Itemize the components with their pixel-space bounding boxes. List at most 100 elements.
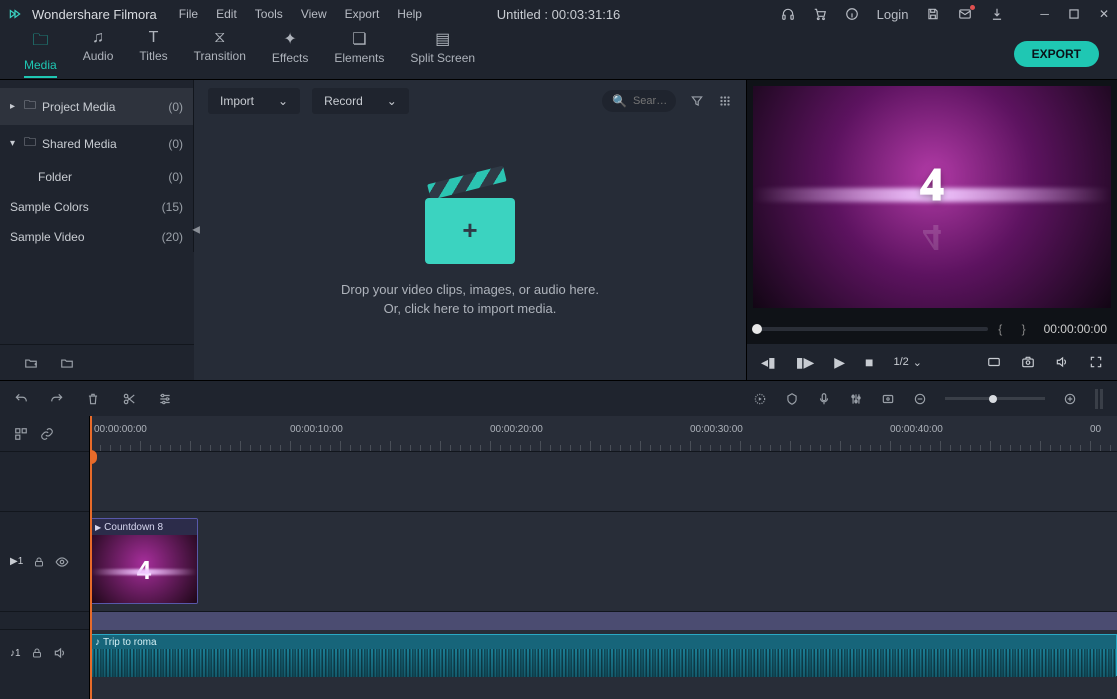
voiceover-icon[interactable] (817, 392, 831, 406)
sidebar-item-shared-media[interactable]: ▾🗀Shared Media (0) (0, 125, 193, 162)
transition-icon: ⧖ (214, 29, 225, 47)
play-pause-button[interactable]: ▮▶ (796, 354, 814, 371)
export-button[interactable]: EXPORT (1014, 41, 1099, 67)
folder-icon: 🗀 (24, 96, 36, 117)
menu-file[interactable]: File (179, 7, 198, 21)
tab-splitscreen[interactable]: ▤ Split Screen (410, 29, 475, 78)
media-drop-zone[interactable]: + Drop your video clips, images, or audi… (194, 122, 746, 380)
quality-icon[interactable] (987, 355, 1001, 369)
timeline-toolbar (0, 380, 1117, 416)
empty-track[interactable] (90, 452, 1117, 512)
ruler-tick: 00:00:20:00 (490, 424, 543, 435)
sidebar-item-sample-video[interactable]: Sample Video (20) (0, 222, 193, 252)
audio-clip[interactable]: ♪Trip to roma (90, 634, 1117, 676)
manage-tracks-icon[interactable] (14, 427, 28, 441)
audio-track-icon[interactable]: ♪1 (10, 648, 21, 659)
stop-button[interactable]: ■ (865, 354, 873, 370)
grid-view-icon[interactable] (718, 94, 732, 108)
tab-audio[interactable]: ♫Audio (83, 29, 114, 78)
filter-icon[interactable] (690, 94, 704, 108)
undo-icon[interactable] (14, 392, 28, 406)
minimize-icon[interactable]: ─ (1040, 7, 1049, 21)
lock-icon[interactable] (33, 556, 45, 568)
cart-icon[interactable] (813, 7, 827, 21)
import-dropdown[interactable]: Import⌄ (208, 88, 300, 114)
menu-tools[interactable]: Tools (255, 7, 283, 21)
tab-titles[interactable]: T Titles (139, 29, 167, 78)
playhead[interactable] (90, 416, 92, 699)
marker-icon[interactable] (785, 392, 799, 406)
snapshot-icon[interactable] (1021, 355, 1035, 369)
split-icon[interactable] (122, 392, 136, 406)
redo-icon[interactable] (50, 392, 64, 406)
video-clip[interactable]: ▶Countdown 8 4 (90, 518, 198, 604)
split-icon: ▤ (435, 29, 450, 49)
prev-frame-button[interactable]: ◂▮ (761, 354, 776, 371)
audio-mixer-icon[interactable] (849, 392, 863, 406)
sidebar-item-project-media[interactable]: ▸🗀Project Media (0) (0, 88, 193, 125)
fullscreen-icon[interactable] (1089, 355, 1103, 369)
drop-text-2: Or, click here to import media. (341, 299, 599, 319)
overlay-track[interactable] (90, 612, 1117, 630)
headphones-icon[interactable] (781, 7, 795, 21)
sidebar-item-folder[interactable]: Folder (0) (0, 162, 193, 192)
new-folder-icon[interactable] (24, 356, 38, 370)
lock-icon[interactable] (31, 647, 43, 659)
zoom-out-icon[interactable] (913, 392, 927, 406)
tab-effects[interactable]: ✦Effects (272, 29, 308, 78)
download-icon[interactable] (990, 7, 1004, 21)
zoom-in-icon[interactable] (1063, 392, 1077, 406)
shapes-icon: ❏ (352, 29, 366, 49)
text-icon: T (149, 29, 159, 47)
clip-name: Countdown 8 (104, 522, 163, 533)
menu-edit[interactable]: Edit (216, 7, 237, 21)
menu-bar: File Edit Tools View Export Help (179, 7, 422, 21)
render-icon[interactable] (753, 392, 767, 406)
timeline-body[interactable]: 00:00:00:00 00:00:10:00 00:00:20:00 00:0… (90, 416, 1117, 699)
chevron-down-icon: ⌄ (387, 94, 397, 108)
chevron-right-icon: ▸ (10, 101, 18, 112)
maximize-icon[interactable] (1067, 7, 1081, 21)
tab-media[interactable]: 🗀Media (24, 29, 57, 78)
preview-timecode: 00:00:00:00 (1044, 322, 1107, 336)
login-link[interactable]: Login (877, 7, 909, 22)
tab-effects-label: Effects (272, 51, 308, 65)
crop-icon[interactable] (881, 392, 895, 406)
link-icon[interactable] (40, 427, 54, 441)
video-track[interactable]: ▶Countdown 8 4 (90, 512, 1117, 612)
tab-titles-label: Titles (139, 49, 167, 63)
tab-transition[interactable]: ⧖Transition (194, 29, 246, 78)
sidebar-item-sample-colors[interactable]: Sample Colors (15) (0, 192, 193, 222)
info-icon[interactable] (845, 7, 859, 21)
adjust-icon[interactable] (158, 392, 172, 406)
video-track-icon[interactable]: ▶1 (10, 556, 23, 567)
tab-splitscreen-label: Split Screen (410, 51, 475, 65)
search-input[interactable]: 🔍 (602, 90, 676, 112)
tab-elements[interactable]: ❏Elements (334, 29, 384, 78)
preview-zoom-dropdown[interactable]: 1/2⌄ (893, 356, 922, 369)
save-icon[interactable] (926, 7, 940, 21)
record-dropdown[interactable]: Record⌄ (312, 88, 409, 114)
zoom-slider[interactable] (945, 397, 1045, 400)
menu-help[interactable]: Help (397, 7, 422, 21)
menu-view[interactable]: View (301, 7, 327, 21)
eye-icon[interactable] (55, 555, 69, 569)
timeline-ruler[interactable]: 00:00:00:00 00:00:10:00 00:00:20:00 00:0… (90, 416, 1117, 452)
menu-export[interactable]: Export (345, 7, 380, 21)
audio-track[interactable]: ♪Trip to roma (90, 630, 1117, 680)
sidebar-footer (0, 344, 194, 380)
play-button[interactable]: ▶ (834, 354, 845, 371)
sidebar-collapse-handle[interactable]: ◀ (192, 225, 200, 236)
music-icon: ♫ (92, 29, 104, 47)
ruler-tick: 00:00:30:00 (690, 424, 743, 435)
delete-icon[interactable] (86, 392, 100, 406)
speaker-icon[interactable] (53, 646, 67, 660)
volume-icon[interactable] (1055, 355, 1069, 369)
preview-viewport[interactable]: 4 4 (753, 86, 1111, 308)
folder-icon[interactable] (60, 356, 74, 370)
close-icon[interactable]: ✕ (1099, 7, 1109, 21)
progress-slider[interactable] (757, 327, 988, 331)
in-out-bracket[interactable]: { } (998, 322, 1033, 336)
message-icon[interactable] (958, 7, 972, 21)
search-field[interactable] (633, 95, 673, 107)
